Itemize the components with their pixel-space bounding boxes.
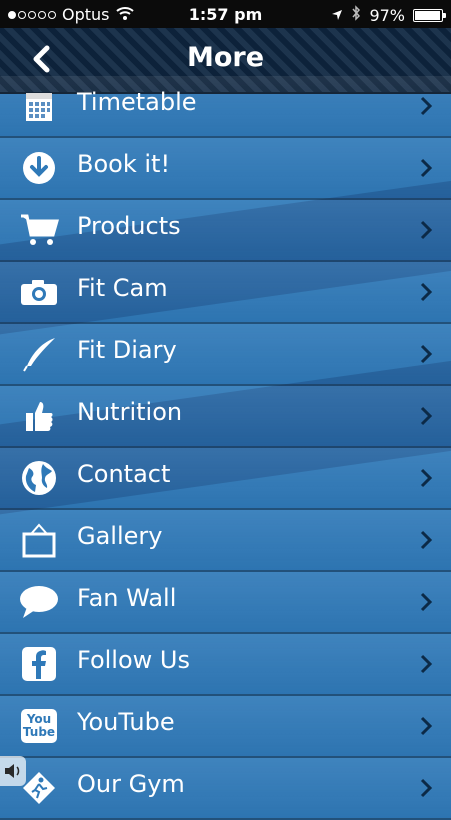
menu-item-fit-cam[interactable]: Fit Cam [0,262,451,324]
chevron-right-icon [420,716,433,736]
chevron-right-icon [420,592,433,612]
menu-item-label: Products [77,212,181,240]
chevron-right-icon [420,468,433,488]
chevron-right-icon [420,778,433,798]
menu-item-contact[interactable]: Contact [0,448,451,510]
menu-item-label: Fit Diary [77,336,177,364]
menu-item-label: Nutrition [77,398,183,426]
chevron-right-icon [420,158,433,178]
chevron-right-icon [420,654,433,674]
menu-item-label: Timetable [77,88,197,116]
battery-icon [413,8,446,22]
camera-icon [18,272,60,312]
battery-percent: 97% [369,5,405,25]
menu-item-fan-wall[interactable]: Fan Wall [0,572,451,634]
youtube-icon: You Tube [18,706,60,746]
globe-icon [18,458,60,498]
bluetooth-icon [351,5,361,25]
chevron-right-icon [420,282,433,302]
menu-item-label: Fan Wall [77,584,177,612]
page-title: More [186,42,265,73]
chevron-right-icon [420,96,433,116]
audio-button[interactable] [0,756,26,786]
menu-item-label: YouTube [77,708,175,736]
download-icon [18,148,60,188]
system-icons: 97% [331,5,446,25]
chevron-right-icon [420,220,433,240]
menu-item-label: Our Gym [77,770,185,798]
menu-item-our-gym[interactable]: Our Gym [0,758,451,820]
thumbs-up-icon [18,396,60,436]
chevron-right-icon [420,406,433,426]
menu-item-fit-diary[interactable]: Fit Diary [0,324,451,386]
menu-item-label: Contact [77,460,171,488]
quill-icon [18,334,60,374]
more-menu-list: Timetable Book it! Products Fit Cam Fit … [0,76,451,820]
menu-item-label: Gallery [77,522,163,550]
menu-item-timetable[interactable]: Timetable [0,76,451,138]
menu-item-label: Follow Us [77,646,190,674]
calendar-icon [18,86,60,126]
menu-item-book-it[interactable]: Book it! [0,138,451,200]
menu-item-gallery[interactable]: Gallery [0,510,451,572]
menu-item-label: Book it! [77,150,171,178]
status-bar: Optus 1:57 pm 97% [0,0,451,28]
cart-icon [18,210,60,250]
picture-frame-icon [18,520,60,560]
menu-item-youtube[interactable]: You Tube YouTube [0,696,451,758]
speaker-icon [5,764,20,778]
speech-bubble-icon [18,582,60,622]
facebook-icon [18,644,60,684]
youtube-icon-text: You Tube [21,709,57,743]
menu-item-nutrition[interactable]: Nutrition [0,386,451,448]
menu-item-follow-us[interactable]: Follow Us [0,634,451,696]
chevron-right-icon [420,530,433,550]
menu-item-products[interactable]: Products [0,200,451,262]
chevron-right-icon [420,344,433,364]
menu-item-label: Fit Cam [77,274,168,302]
location-arrow-icon [331,6,343,25]
